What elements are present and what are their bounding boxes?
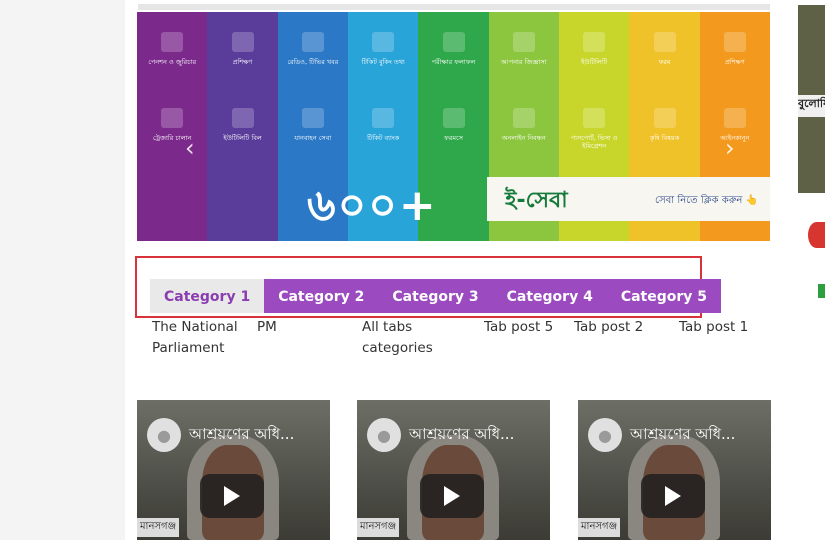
video-thumbnail[interactable]: ● আশ্রয়ণের অধি... মানসগঞ্জ xyxy=(578,400,771,540)
service-item[interactable]: পেনশন ও জুরিচার xyxy=(139,32,205,66)
service-item[interactable]: টিকিট বুকিং তথ্য xyxy=(350,32,416,66)
right-sidebar-image[interactable]: বুলোষি xyxy=(798,5,825,193)
video-title-bar: ● আশ্রয়ণের অধি... xyxy=(588,418,765,452)
service-item[interactable]: প্রশিক্ষণ xyxy=(210,32,276,66)
service-item[interactable]: ইউটিলিটি বিল xyxy=(210,108,276,142)
post-link[interactable]: Tab post 2 xyxy=(574,317,669,338)
service-label: প্রশিক্ষণ xyxy=(724,58,745,66)
service-label: আপনার জিজ্ঞাসা xyxy=(501,58,547,66)
hand-icon xyxy=(512,108,535,128)
service-label: কৃষি বিষয়ক xyxy=(649,134,680,142)
service-item[interactable]: ট্রেজারি চালান xyxy=(139,108,205,142)
eseba-banner[interactable]: পেনশন ও জুরিচার প্রশিক্ষণ রেডিও, টিভির খবর… xyxy=(137,12,770,241)
gesture-icon xyxy=(723,32,746,52)
city-icon xyxy=(301,108,324,128)
service-label: ফরম xyxy=(658,58,671,66)
chat-icon xyxy=(512,32,535,52)
channel-avatar-icon: ● xyxy=(588,418,622,452)
post-link[interactable]: Tab post 1 xyxy=(679,317,759,338)
phone-icon xyxy=(231,108,254,128)
video-logo: মানসগঞ্জ xyxy=(137,518,180,537)
service-label: টিকিট ব্যাংক xyxy=(367,134,400,142)
service-item[interactable]: পরীক্ষার ফলাফল xyxy=(421,32,487,66)
service-label: ফরমসে xyxy=(444,134,463,142)
service-item[interactable]: ইউটিলিটি xyxy=(561,32,627,66)
service-item[interactable]: আইনকানুন xyxy=(702,108,768,142)
document-icon xyxy=(442,108,465,128)
vaccine-icon xyxy=(372,108,395,128)
tab-category-1[interactable]: Category 1 xyxy=(150,279,265,313)
service-item[interactable]: অনলাইন নিবন্ধন xyxy=(491,108,557,142)
carousel-prev-arrow[interactable]: ‹ xyxy=(185,134,195,162)
service-label: পরীক্ষার ফলাফল xyxy=(431,58,476,66)
service-item[interactable]: পাসপোর্ট, ভিসা ও ইমিগ্রেশন xyxy=(561,108,627,150)
service-label: অনলাইন নিবন্ধন xyxy=(501,134,546,142)
service-label: টিকিট বুকিং তথ্য xyxy=(361,58,405,66)
post-link[interactable]: All tabs categories xyxy=(362,317,462,359)
right-decorative-icon xyxy=(818,284,825,298)
service-item[interactable]: প্রশিক্ষণ xyxy=(702,32,768,66)
service-item[interactable]: আপনার জিজ্ঞাসা xyxy=(491,32,557,66)
tab-category-5[interactable]: Category 5 xyxy=(606,279,722,313)
laptop-icon xyxy=(231,32,254,52)
top-divider xyxy=(138,4,770,10)
tv-icon xyxy=(301,32,324,52)
video-title: আশ্রয়ণের অধি... xyxy=(189,424,295,443)
video-title: আশ্রয়ণের অধি... xyxy=(409,424,515,443)
play-button-icon[interactable] xyxy=(200,474,264,518)
train-icon xyxy=(372,32,395,52)
video-title: আশ্রয়ণের অধি... xyxy=(630,424,736,443)
bill-icon xyxy=(583,32,606,52)
post-link[interactable]: The National Parliament xyxy=(152,317,247,359)
service-label: ইউটিলিটি xyxy=(581,58,608,66)
service-label: পেনশন ও জুরিচার xyxy=(148,58,197,66)
graduation-icon xyxy=(442,32,465,52)
video-title-bar: ● আশ্রয়ণের অধি... xyxy=(147,418,324,452)
service-label: প্রশিক্ষণ xyxy=(232,58,253,66)
service-label: পাসপোর্ট, ভিসা ও ইমিগ্রেশন xyxy=(570,134,618,150)
post-link[interactable]: Tab post 5 xyxy=(484,317,569,338)
service-label: রেডিও, টিভির খবর xyxy=(287,58,339,66)
channel-avatar-icon: ● xyxy=(367,418,401,452)
service-item[interactable]: ফরম xyxy=(632,32,698,66)
post-link[interactable]: PM xyxy=(257,317,347,338)
news-icon xyxy=(723,108,746,128)
service-count-text: ৬০০+ xyxy=(307,180,438,231)
scale-icon xyxy=(653,32,676,52)
megaphone-icon xyxy=(161,32,184,52)
passport-icon xyxy=(583,108,606,128)
tab-category-2[interactable]: Category 2 xyxy=(264,279,379,313)
right-image-text: বুলোষি xyxy=(798,95,825,117)
post-list: The National Parliament PM All tabs catego… xyxy=(152,317,772,387)
service-label: ইউটিলিটি বিল xyxy=(223,134,262,142)
eseba-title: ই-সেবা xyxy=(505,188,568,213)
eseba-callout[interactable]: ই-সেবা সেবা নিতে ক্লিক করুন 👆 xyxy=(487,177,770,221)
service-item[interactable]: কৃষি বিষয়ক xyxy=(632,108,698,142)
video-title-bar: ● আশ্রয়ণের অধি... xyxy=(367,418,544,452)
service-item[interactable]: রেডিও, টিভির খবর xyxy=(280,32,346,66)
tab-category-3[interactable]: Category 3 xyxy=(378,279,493,313)
tab-category-4[interactable]: Category 4 xyxy=(492,279,607,313)
left-decorative-pattern xyxy=(0,0,125,540)
play-button-icon[interactable] xyxy=(420,474,484,518)
video-logo: মানসগঞ্জ xyxy=(578,518,621,537)
video-thumbnail[interactable]: ● আশ্রয়ণের অধি... মানসগঞ্জ xyxy=(357,400,550,540)
category-tabs: Category 1 Category 2 Category 3 Category 4… xyxy=(150,279,722,313)
play-button-icon[interactable] xyxy=(641,474,705,518)
service-label: যানবাহন সেবা xyxy=(294,134,332,142)
card-icon xyxy=(161,108,184,128)
channel-avatar-icon: ● xyxy=(147,418,181,452)
service-item[interactable]: ফরমসে xyxy=(421,108,487,142)
carousel-next-arrow[interactable]: › xyxy=(725,134,735,162)
gear-icon xyxy=(653,108,676,128)
right-decorative-icon xyxy=(808,222,825,248)
service-item[interactable]: টিকিট ব্যাংক xyxy=(350,108,416,142)
video-logo: মানসগঞ্জ xyxy=(357,518,400,537)
video-thumbnail[interactable]: ● আশ্রয়ণের অধি... মানসগঞ্জ xyxy=(137,400,330,540)
service-item[interactable]: যানবাহন সেবা xyxy=(280,108,346,142)
eseba-click-text[interactable]: সেবা নিতে ক্লিক করুন 👆 xyxy=(655,193,758,210)
